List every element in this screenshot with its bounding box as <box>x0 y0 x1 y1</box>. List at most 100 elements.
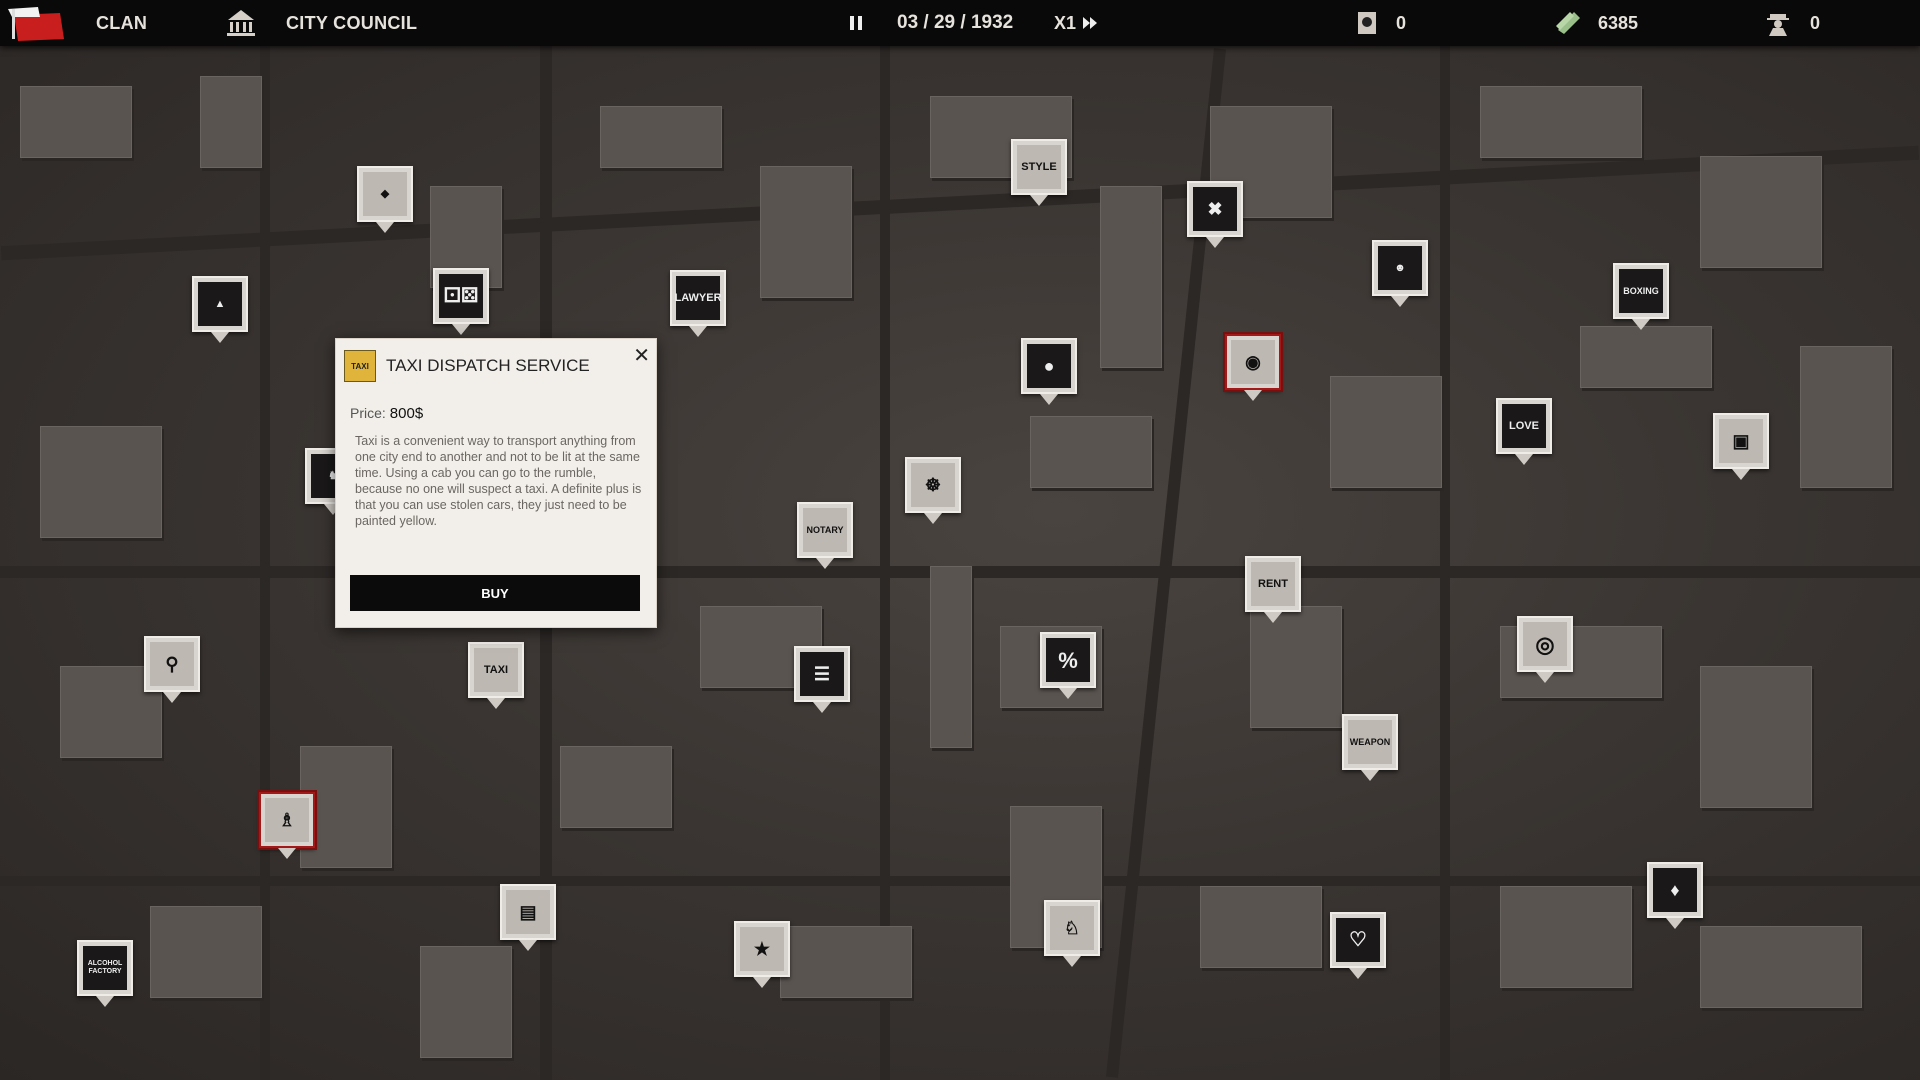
horse-icon: ♘ <box>1050 906 1094 950</box>
price-value: 800$ <box>389 405 424 422</box>
pause-button[interactable] <box>848 0 864 46</box>
road <box>880 46 890 1080</box>
lawyer-marker[interactable]: LAWYER <box>670 270 726 337</box>
safe-icon: ◉ <box>1231 340 1275 384</box>
city-map[interactable]: ◆ ▲ ⚀⚄ LAWYER STYLE ✖ ☻ BOXING ● ◉ LOVE … <box>0 46 1920 1080</box>
city-council-label: CITY COUNCIL <box>286 12 418 33</box>
city-council-button[interactable]: CITY COUNCIL <box>224 0 417 46</box>
horse-marker[interactable]: ♘ <box>1044 900 1100 967</box>
suit-shop-marker[interactable]: ◆ <box>357 166 413 233</box>
building <box>1700 926 1862 1008</box>
brothel-marker[interactable]: ♡ <box>1330 912 1386 979</box>
document-icon <box>1358 12 1376 34</box>
statue-icon: ♗ <box>265 798 309 842</box>
building <box>420 946 512 1058</box>
locksmith-marker[interactable]: ⚲ <box>144 636 200 703</box>
style-marker[interactable]: STYLE <box>1011 139 1067 206</box>
alcohol-factory-marker[interactable]: ALCOHOL FACTORY <box>77 940 133 1007</box>
henchmen-counter[interactable]: 0 <box>1766 0 1820 46</box>
top-bar: CLAN CITY COUNCIL 03 / 29 / 1932 X1 0 63… <box>0 0 1920 46</box>
weapon-marker[interactable]: WEAPON <box>1342 714 1398 781</box>
building <box>780 926 912 998</box>
taxi-icon: TAXI <box>474 648 518 692</box>
lady-icon: ☸ <box>911 463 955 507</box>
suit-icon: ◆ <box>363 172 407 216</box>
road <box>0 876 1920 886</box>
henchman-icon <box>1767 14 1789 36</box>
dice-icon: ⚀⚄ <box>439 274 483 318</box>
speed-button[interactable]: X1 <box>1054 0 1098 46</box>
pause-icon <box>850 16 862 30</box>
percent-icon: % <box>1046 638 1090 682</box>
diamond-icon: ♦ <box>1653 868 1697 912</box>
safe-marker-selected[interactable]: ◉ <box>1225 334 1281 401</box>
building <box>1200 886 1322 968</box>
henchmen-count: 0 <box>1810 12 1821 33</box>
money-icon <box>1556 12 1580 34</box>
briefcase-marker[interactable]: ▣ <box>1713 413 1769 480</box>
prison-marker[interactable]: ☰ <box>794 646 850 713</box>
taxi-marker[interactable]: TAXI <box>468 642 524 709</box>
rooster-marker[interactable]: ▲ <box>192 276 248 343</box>
building <box>1480 86 1642 158</box>
lawyer-icon: LAWYER <box>674 276 722 320</box>
statue-marker-selected[interactable]: ♗ <box>259 792 315 859</box>
building <box>560 746 672 828</box>
bank-percent-marker[interactable]: % <box>1040 632 1096 699</box>
price-row: Price: 800$ <box>350 405 423 422</box>
police-marker[interactable]: ★ <box>734 921 790 988</box>
lady-hat-marker[interactable]: ☸ <box>905 457 961 524</box>
building <box>150 906 262 998</box>
building <box>40 426 162 538</box>
speed-label: X1 <box>1054 12 1077 33</box>
weapon-icon: WEAPON <box>1348 720 1392 764</box>
building <box>20 86 132 158</box>
popup-title: TAXI DISPATCH SERVICE <box>386 356 590 375</box>
popup-header: TAXI TAXI DISPATCH SERVICE <box>344 349 648 383</box>
buy-button[interactable]: BUY <box>350 575 640 611</box>
notary-marker[interactable]: NOTARY <box>797 502 853 569</box>
mugshot-marker[interactable]: ☻ <box>1372 240 1428 307</box>
cleaver-icon: ✖ <box>1193 187 1237 231</box>
rooster-icon: ▲ <box>198 282 242 326</box>
reports-count: 0 <box>1396 12 1407 33</box>
building <box>1250 606 1342 728</box>
heart-icon: ♡ <box>1336 918 1380 962</box>
hooded-figure-marker[interactable]: ● <box>1021 338 1077 405</box>
target-icon: ◎ <box>1523 622 1567 666</box>
boxing-marker[interactable]: BOXING <box>1613 263 1669 330</box>
garage-marker[interactable]: ▤ <box>500 884 556 951</box>
cleaver-marker[interactable]: ✖ <box>1187 181 1243 248</box>
casino-marker[interactable]: ⚀⚄ <box>433 268 489 335</box>
mugshot-icon: ☻ <box>1378 246 1422 290</box>
love-marker[interactable]: LOVE <box>1496 398 1552 465</box>
taxi-popup-icon: TAXI <box>344 350 376 382</box>
barber-icon: STYLE <box>1017 145 1061 189</box>
building <box>1030 416 1152 488</box>
close-icon[interactable]: ✕ <box>633 343 650 368</box>
reports-counter[interactable]: 0 <box>1356 0 1406 46</box>
building <box>1100 186 1162 368</box>
road <box>1440 46 1450 1080</box>
prison-bars-icon: ☰ <box>800 652 844 696</box>
car-rent-marker[interactable]: RENT <box>1245 556 1301 623</box>
price-label: Price: <box>350 405 386 421</box>
clan-label: CLAN <box>96 12 148 33</box>
city-hall-icon <box>227 10 255 36</box>
building <box>1330 376 1442 488</box>
business-info-popup: TAXI TAXI DISPATCH SERVICE ✕ Price: 800$ … <box>335 338 657 628</box>
shooting-range-marker[interactable]: ◎ <box>1517 616 1573 683</box>
diamond-marker[interactable]: ♦ <box>1647 862 1703 929</box>
game-date: 03 / 29 / 1932 <box>897 12 1014 33</box>
building <box>930 566 972 748</box>
building <box>1500 886 1632 988</box>
money-counter: 6385 <box>1554 0 1638 46</box>
police-badge-icon: ★ <box>740 927 784 971</box>
business-description: Taxi is a convenient way to transport an… <box>355 434 642 528</box>
building <box>200 76 262 168</box>
rent-icon: RENT <box>1251 562 1295 606</box>
clan-button[interactable]: CLAN <box>8 0 147 46</box>
building <box>1700 156 1822 268</box>
clan-flag-icon <box>8 7 64 41</box>
love-icon: LOVE <box>1502 404 1546 448</box>
